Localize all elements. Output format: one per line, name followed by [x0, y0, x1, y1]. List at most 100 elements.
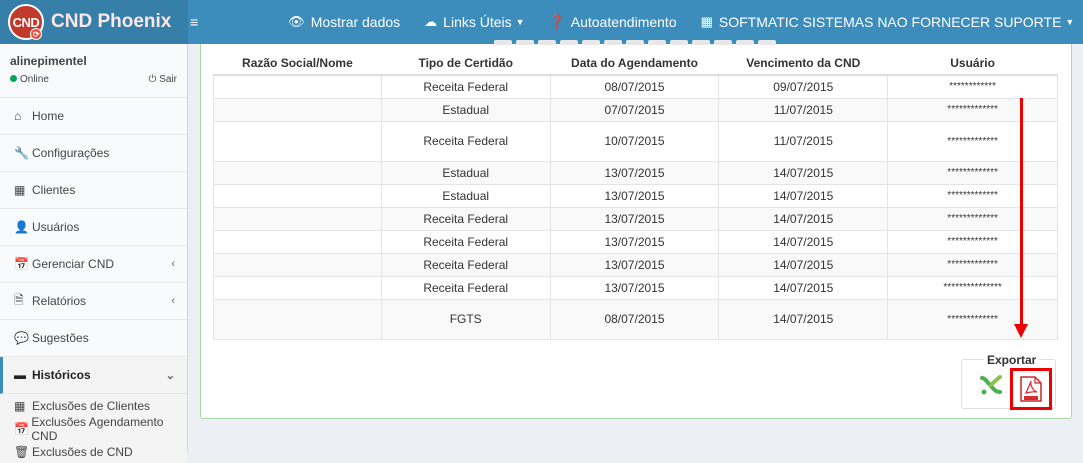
sidebar-item-configuracoes[interactable]: 🔧 Configurações: [0, 135, 187, 172]
table-cell: Estadual: [380, 183, 551, 208]
table-cell: 07/07/2015: [549, 97, 720, 122]
column-header[interactable]: Tipo de Certidão: [381, 52, 551, 76]
home-icon: ⌂: [14, 109, 22, 123]
sidebar-subitem-exclusoes-agendamento[interactable]: 📅 Exclusões Agendamento CND: [0, 414, 187, 443]
online-status: Online: [10, 74, 49, 85]
chevron-down-icon: ⌄: [165, 369, 175, 382]
table-row[interactable]: Receita Federal 08/07/2015 09/07/2015 **…: [213, 74, 1058, 99]
table-cell: [213, 206, 382, 231]
table-cell: *************: [887, 298, 1058, 340]
table-row[interactable]: FGTS 08/07/2015 14/07/2015 *************: [213, 298, 1058, 340]
sidebar: alinepimentel Online ⏻ Sair ⌂ Home 🔧 Con…: [0, 44, 188, 463]
sidebar-item-historicos[interactable]: ▬ Históricos ⌄: [0, 357, 187, 394]
sidebar-item-label: Históricos: [32, 368, 91, 382]
logo[interactable]: CND ⟳ CND Phoenix: [0, 0, 188, 44]
table-row[interactable]: Estadual 07/07/2015 11/07/2015 *********…: [213, 97, 1058, 122]
table-cell: 11/07/2015: [718, 120, 889, 162]
table-cell: *************: [887, 229, 1058, 254]
table-cell: 14/07/2015: [718, 252, 889, 277]
table-row[interactable]: Receita Federal 13/07/2015 14/07/2015 **…: [213, 275, 1058, 300]
logout-link[interactable]: ⏻ Sair: [149, 74, 178, 85]
table-cell: [213, 160, 382, 185]
file-icon: 🗎: [14, 292, 24, 307]
table-cell: 10/07/2015: [549, 120, 720, 162]
building-icon: ▦: [700, 14, 713, 29]
top-nav: 👁 Mostrar dados ☁ Links Úteis ▼ ❓ Autoat…: [276, 14, 1083, 30]
caret-down-icon: ▼: [1065, 17, 1075, 27]
chevron-left-icon: ‹: [171, 295, 175, 307]
table-row[interactable]: Receita Federal 13/07/2015 14/07/2015 **…: [213, 252, 1058, 277]
column-header[interactable]: Data do Agendamento: [550, 52, 719, 76]
app-title: CND Phoenix: [51, 11, 172, 32]
pdf-icon[interactable]: [1020, 376, 1042, 402]
column-header[interactable]: Usuário: [887, 52, 1058, 76]
nav-useful-links-label: Links Úteis: [443, 14, 512, 30]
pagination-bar[interactable]: [494, 40, 776, 45]
table-cell: FGTS: [380, 298, 551, 340]
table-row[interactable]: Estadual 13/07/2015 14/07/2015 *********…: [213, 183, 1058, 208]
wrench-icon: 🔧: [14, 146, 29, 160]
export-label: Exportar: [984, 353, 1040, 367]
table-row[interactable]: Receita Federal 10/07/2015 11/07/2015 **…: [213, 120, 1058, 162]
sidebar-item-sugestoes[interactable]: 💬 Sugestões: [0, 320, 187, 357]
table-cell: 13/07/2015: [549, 252, 720, 277]
table-cell: ************: [887, 74, 1058, 99]
table-cell: 13/07/2015: [549, 160, 720, 185]
nav-company-menu[interactable]: ▦ SOFTMATIC SISTEMAS NAO FORNECER SUPORT…: [689, 14, 1083, 30]
table-cell: [213, 120, 382, 162]
sidebar-item-label: Home: [32, 109, 65, 123]
table-cell: Estadual: [380, 160, 551, 185]
sidebar-item-usuarios[interactable]: 👤 Usuários: [0, 209, 187, 246]
table-cell: 14/07/2015: [718, 275, 889, 300]
building-icon: ▦: [14, 398, 26, 413]
table-header-row: Razão Social/Nome Tipo de Certidão Data …: [213, 52, 1058, 76]
table-cell: Estadual: [380, 97, 551, 122]
table-cell: ***************: [887, 275, 1058, 300]
history-panel: Razão Social/Nome Tipo de Certidão Data …: [200, 40, 1072, 419]
table-row[interactable]: Estadual 13/07/2015 14/07/2015 *********…: [213, 160, 1058, 185]
building-icon: ▦: [14, 183, 26, 197]
table-cell: 14/07/2015: [718, 183, 889, 208]
table-cell: [213, 275, 382, 300]
table-cell: Receita Federal: [380, 275, 551, 300]
table-cell: [213, 298, 382, 340]
table-row[interactable]: Receita Federal 13/07/2015 14/07/2015 **…: [213, 206, 1058, 231]
nav-company-label: SOFTMATIC SISTEMAS NAO FORNECER SUPORTE: [718, 14, 1062, 30]
table-cell: 08/07/2015: [549, 298, 720, 340]
top-navbar: ≡ 👁 Mostrar dados ☁ Links Úteis ▼ ❓ Auto…: [188, 0, 1083, 44]
nav-self-service[interactable]: ❓ Autoatendimento: [537, 14, 689, 30]
sidebar-item-relatorios[interactable]: 🗎 Relatórios ‹: [0, 283, 187, 320]
sidebar-item-label: Relatórios: [32, 294, 87, 308]
export-panel: Exportar: [961, 353, 1056, 410]
table-cell: 14/07/2015: [718, 160, 889, 185]
table-cell: 08/07/2015: [549, 74, 720, 99]
sidebar-item-label: Gerenciar CND: [32, 257, 115, 271]
table-cell: Receita Federal: [380, 229, 551, 254]
excel-icon[interactable]: [980, 374, 1002, 396]
table-cell: Receita Federal: [380, 206, 551, 231]
table-cell: [213, 252, 382, 277]
sidebar-item-home[interactable]: ⌂ Home: [0, 98, 187, 135]
sidebar-subitem-label: Exclusões Agendamento CND: [31, 414, 164, 443]
logo-badge-icon: CND ⟳: [8, 4, 44, 40]
table-cell: *************: [887, 183, 1058, 208]
user-name: alinepimentel: [10, 54, 87, 68]
nav-show-data[interactable]: 👁 Mostrar dados: [276, 14, 412, 30]
cloud-icon: ☁: [424, 14, 438, 29]
table-cell: *************: [887, 252, 1058, 277]
user-icon: 👤: [14, 220, 29, 234]
table-cell: Receita Federal: [380, 74, 551, 99]
nav-useful-links[interactable]: ☁ Links Úteis ▼: [412, 14, 536, 30]
calendar-icon: 📅: [14, 421, 29, 436]
table-row[interactable]: Receita Federal 13/07/2015 14/07/2015 **…: [213, 229, 1058, 254]
table-cell: 14/07/2015: [718, 229, 889, 254]
table-cell: *************: [887, 206, 1058, 231]
nav-self-service-label: Autoatendimento: [570, 14, 677, 30]
power-icon: ⏻: [148, 74, 160, 85]
sidebar-item-gerenciar-cnd[interactable]: 📅 Gerenciar CND ‹: [0, 246, 187, 283]
sidebar-item-clientes[interactable]: ▦ Clientes: [0, 172, 187, 209]
column-header[interactable]: Vencimento da CND: [718, 52, 888, 76]
hamburger-icon[interactable]: ≡: [190, 14, 198, 30]
column-header[interactable]: Razão Social/Nome: [213, 52, 382, 76]
question-circle-icon: ❓: [548, 14, 565, 29]
